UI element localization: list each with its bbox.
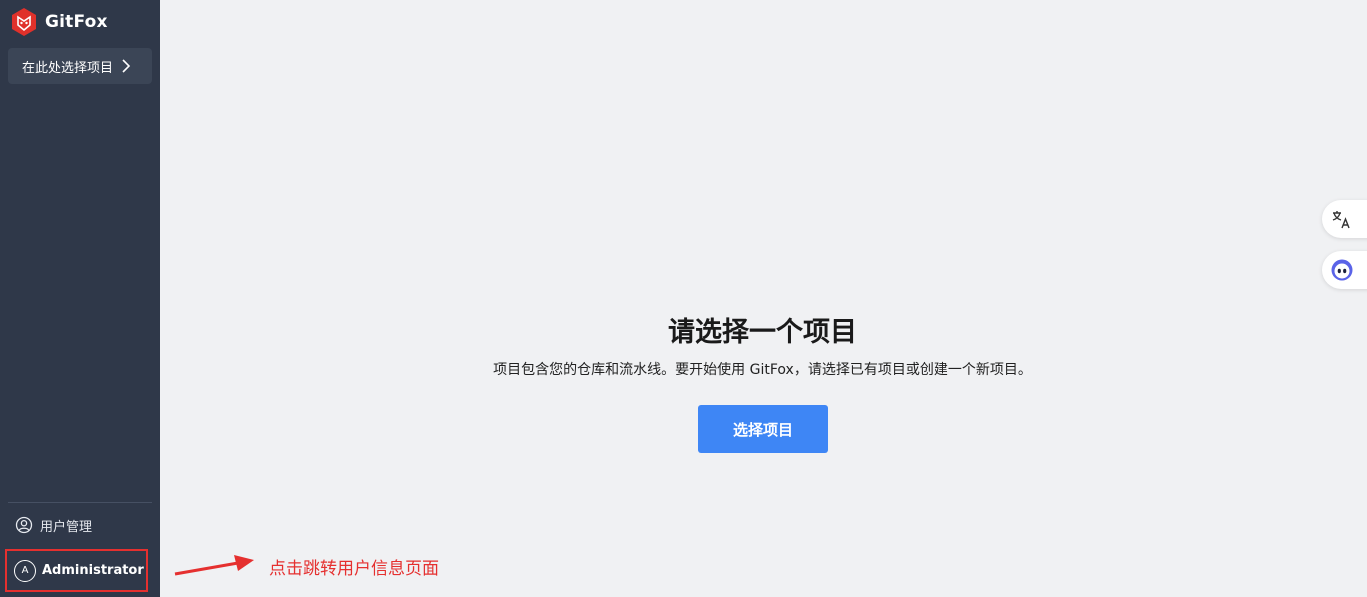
project-select-label: 在此处选择项目 (22, 60, 114, 76)
brand[interactable]: GitFox (9, 6, 108, 38)
assistant-icon (1331, 259, 1353, 281)
sidebar-item-user-management[interactable]: 用户管理 (8, 510, 152, 540)
gitfox-logo-icon (12, 8, 36, 36)
user-circle-icon (15, 516, 33, 534)
chevron-right-icon (122, 59, 131, 73)
sidebar-item-label: 用户管理 (40, 519, 93, 535)
main-content: 请选择一个项目 项目包含您的仓库和流水线。要开始使用 GitFox，请选择已有项… (160, 0, 1367, 597)
username: Administrator (42, 563, 144, 578)
page-title: 请选择一个项目 (668, 317, 857, 348)
translate-icon (1332, 211, 1350, 229)
select-project-button[interactable]: 选择项目 (698, 405, 828, 453)
assistant-float-button[interactable] (1322, 251, 1367, 289)
sidebar-divider (8, 502, 152, 503)
translate-float-button[interactable] (1322, 200, 1367, 238)
brand-name: GitFox (45, 12, 108, 32)
annotation-arrow-icon (174, 555, 254, 576)
user-profile-link[interactable]: A Administrator (5, 549, 148, 592)
avatar: A (14, 559, 36, 582)
project-select-button[interactable]: 在此处选择项目 (8, 48, 152, 84)
page-description: 项目包含您的仓库和流水线。要开始使用 GitFox，请选择已有项目或创建一个新项… (493, 362, 1032, 378)
annotation-text: 点击跳转用户信息页面 (269, 559, 439, 579)
sidebar: GitFox 在此处选择项目 用户管理 A Administrator (0, 0, 160, 597)
